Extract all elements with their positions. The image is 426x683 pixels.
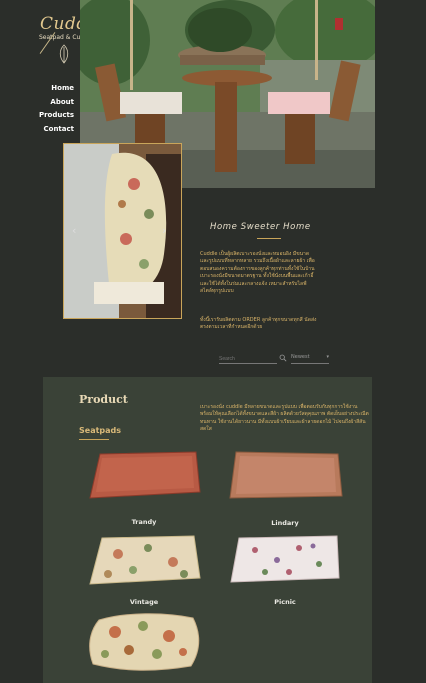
nav-products[interactable]: Products	[30, 109, 74, 123]
product-image-trandy[interactable]	[88, 448, 203, 504]
sort-select[interactable]: Newest ▾	[291, 354, 329, 364]
chevron-down-icon: ▾	[326, 354, 329, 360]
slider-next-icon[interactable]: ›	[162, 224, 166, 237]
product-name-trandy[interactable]: Trandy	[104, 518, 184, 526]
product-image-floral[interactable]	[85, 610, 205, 672]
nav-about[interactable]: About	[30, 96, 74, 110]
product-image-picnic[interactable]	[229, 534, 342, 586]
product-image-lindary[interactable]	[228, 448, 344, 504]
product-name-picnic[interactable]: Picnic	[245, 598, 325, 606]
cushion-slider[interactable]: ‹ ›	[63, 143, 182, 319]
nav-contact[interactable]: Contact	[30, 123, 75, 137]
search-bar: Newest ▾	[219, 354, 331, 366]
section-title: Home Sweeter Home	[210, 222, 311, 232]
sort-value: Newest	[291, 354, 310, 360]
product-description: เบาะรองนั่ง cuddle มีหลายขนาดและรูปแบบ เ…	[200, 404, 369, 433]
slider-prev-icon[interactable]: ‹	[72, 224, 76, 237]
product-name-lindary[interactable]: Lindary	[245, 519, 325, 527]
leaf-icon	[59, 44, 69, 64]
category-underline	[79, 439, 109, 440]
main-nav: Home About Products Contact	[30, 82, 74, 136]
product-image-vintage[interactable]	[88, 534, 202, 588]
title-underline	[257, 238, 281, 239]
category-title: Seatpads	[79, 426, 122, 435]
search-input[interactable]	[219, 354, 277, 364]
product-name-vintage[interactable]: Vintage	[104, 598, 184, 606]
intro-paragraph-2: ทั้งนี้เรารับผลิตตาม ORDER ลูกค้าทุกขนาด…	[200, 317, 317, 331]
search-icon[interactable]	[279, 354, 287, 362]
nav-home[interactable]: Home	[30, 82, 74, 96]
intro-paragraph-1: Cuddle เป็นผู้ผลิตเบาะรองนั่งและหมอนอิง …	[200, 251, 315, 295]
product-title: Product	[79, 393, 128, 406]
